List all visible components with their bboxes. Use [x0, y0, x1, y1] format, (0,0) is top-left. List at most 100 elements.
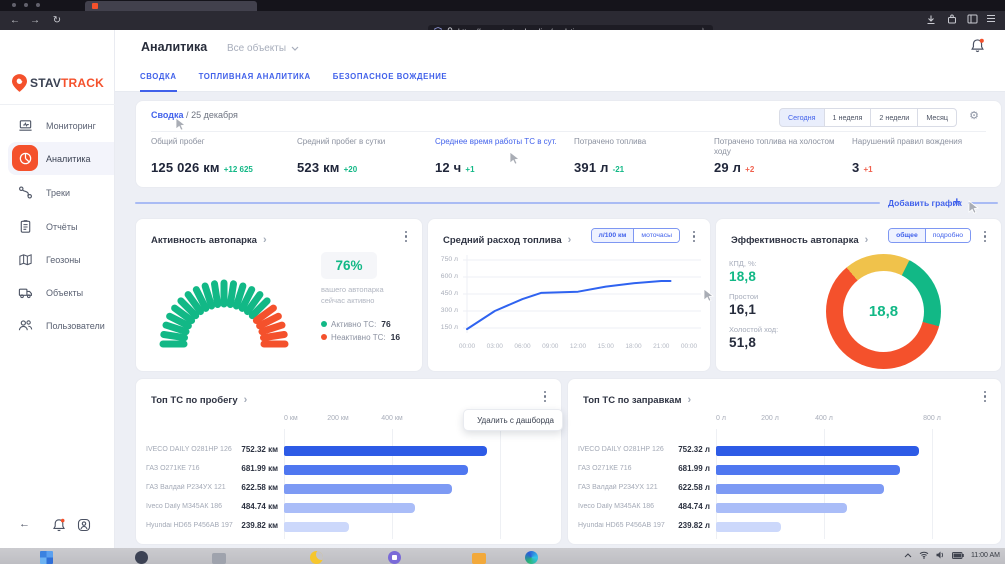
context-menu-label: Удалить с дашборда [477, 416, 554, 425]
kebab-menu-icon[interactable] [690, 230, 698, 243]
sidebar-item-objects[interactable]: Объекты [0, 276, 114, 309]
period-2weeks-button[interactable]: 2 недели [870, 108, 918, 127]
x-axis-tick: 200 л [761, 415, 779, 422]
app-logo[interactable]: STAVTRACK [12, 74, 104, 92]
period-1week-button[interactable]: 1 неделя [824, 108, 872, 127]
bar[interactable] [284, 446, 487, 456]
add-chart-button[interactable]: Добавить график [888, 198, 962, 208]
card-fleet-efficiency: Эффективность автопарка› общее подробно … [715, 218, 1002, 372]
objects-filter-dropdown[interactable]: Все объекты [227, 43, 299, 54]
window-control-icon[interactable] [36, 3, 40, 7]
battery-icon[interactable] [952, 552, 964, 559]
forward-icon[interactable]: → [28, 14, 42, 27]
toggle-l100km-button[interactable]: л/100 км [592, 229, 635, 242]
bar-row: Iveco Daily М345АК 186 484.74 км [136, 499, 561, 518]
legend-item-inactive: Неактивно ТС: 16 [321, 332, 400, 342]
tab-summary[interactable]: СВОДКА [140, 72, 177, 92]
tray-expand-icon[interactable] [904, 553, 912, 558]
bar[interactable] [716, 503, 847, 513]
sidebar-item-users[interactable]: Пользователи [0, 309, 114, 342]
context-menu-delete[interactable]: Удалить с дашборда [463, 409, 563, 431]
bar-row: Hyundai HD65 Р456АВ 197 239.82 л [568, 518, 1001, 537]
notifications-bell-icon[interactable] [970, 38, 985, 58]
edge-browser-icon[interactable] [525, 551, 538, 564]
x-axis-tick: 03:00 [487, 343, 503, 350]
efficiency-stat-value: 18,8 [729, 269, 756, 284]
firefox-icon[interactable] [310, 551, 323, 564]
collapse-sidebar-icon[interactable]: ← [19, 518, 30, 530]
period-today-button[interactable]: Сегодня [779, 108, 825, 127]
wifi-icon[interactable] [919, 551, 929, 559]
monitoring-icon [12, 112, 38, 138]
stat-total-mileage: Общий пробег 125 026 км+12 625 [151, 137, 279, 147]
x-axis-tick: 15:00 [598, 343, 614, 350]
folder-icon[interactable] [472, 553, 486, 564]
legend-dot-icon [321, 321, 327, 327]
period-month-button[interactable]: Месяц [917, 108, 957, 127]
back-icon[interactable]: ← [8, 14, 22, 27]
x-axis-tick: 21:00 [653, 343, 669, 350]
chevron-right-icon[interactable]: › [865, 234, 869, 246]
browser-tabbar [0, 0, 1005, 11]
bar[interactable] [284, 503, 415, 513]
sidebar-item-label: Треки [46, 188, 70, 198]
efficiency-stat-label: Простои [729, 292, 758, 301]
download-icon[interactable] [926, 14, 940, 25]
extensions-icon[interactable] [947, 14, 961, 24]
taskbar-app-icon[interactable] [388, 551, 401, 564]
volume-icon[interactable] [936, 551, 945, 559]
tab-fuel-analytics[interactable]: ТОПЛИВНАЯ АНАЛИТИКА [199, 72, 311, 92]
toggle-motohours-button[interactable]: моточасы [634, 229, 679, 242]
bar-row: Iveco Daily М345АК 186 484.74 л [568, 499, 1001, 518]
taskbar-clock[interactable]: 11:00 AM [971, 552, 1000, 559]
taskbar-app-icon[interactable] [212, 553, 226, 564]
notifications-bell-icon[interactable] [52, 518, 66, 537]
sidebar: STAVTRACK Мониторинг Аналитика Треки Отч… [0, 30, 115, 548]
bar-row: IVECO DAILY О281НР 126 752.32 км [136, 442, 561, 461]
kebab-menu-icon[interactable] [981, 230, 989, 243]
plus-icon[interactable]: + [953, 194, 961, 209]
bar[interactable] [716, 484, 884, 494]
window-control-icon[interactable] [24, 3, 28, 7]
y-axis-tick: 450 л [428, 290, 458, 297]
stat-avg-daily-mileage: Средний пробег в сутки 523 км+20 [297, 137, 425, 147]
browser-toolbar: ← → ↻ https://www.stavtrack.online/analy… [0, 11, 1005, 30]
reload-icon[interactable]: ↻ [50, 14, 64, 27]
sidebar-item-monitoring[interactable]: Мониторинг [0, 109, 114, 142]
window-control-icon[interactable] [12, 3, 16, 7]
settings-gear-icon[interactable]: ⚙ [969, 110, 979, 122]
chevron-right-icon[interactable]: › [263, 234, 267, 246]
toggle-detailed-button[interactable]: подробно [926, 229, 970, 242]
profile-icon[interactable] [77, 518, 91, 537]
bar[interactable] [716, 522, 781, 532]
x-axis-tick: 0 км [284, 415, 298, 422]
sidebar-item-tracks[interactable]: Треки [0, 176, 114, 209]
toggle-general-button[interactable]: общее [889, 229, 926, 242]
bar[interactable] [716, 446, 919, 456]
divider [0, 104, 115, 105]
menu-hamburger-icon[interactable] [986, 14, 1000, 23]
sidebar-item-analytics[interactable]: Аналитика [8, 142, 114, 175]
sidebar-item-label: Мониторинг [46, 121, 96, 131]
sidebar-item-geozones[interactable]: Геозоны [0, 243, 114, 276]
breadcrumb: Сводка / 25 декабря [151, 110, 238, 120]
legend-item-active: Активно ТС: 76 [321, 319, 391, 329]
sidebar-item-reports[interactable]: Отчёты [0, 210, 114, 243]
kebab-menu-icon[interactable] [402, 230, 410, 243]
chevron-right-icon[interactable]: › [568, 234, 572, 246]
analytics-tabs: СВОДКА ТОПЛИВНАЯ АНАЛИТИКА БЕЗОПАСНОЕ ВО… [140, 72, 447, 92]
bar[interactable] [284, 465, 468, 475]
screen: ← → ↻ https://www.stavtrack.online/analy… [0, 0, 1005, 564]
taskbar-app-icon[interactable] [135, 551, 148, 564]
summary-date: 25 декабря [191, 110, 238, 120]
line-chart [463, 253, 701, 339]
sidebar-toggle-icon[interactable] [967, 14, 981, 24]
tab-safe-driving[interactable]: БЕЗОПАСНОЕ ВОЖДЕНИЕ [333, 72, 447, 92]
bar[interactable] [284, 484, 452, 494]
browser-tab[interactable] [85, 1, 257, 11]
efficiency-stat-label: Холостой ход: [729, 325, 778, 334]
bar[interactable] [716, 465, 900, 475]
sidebar-item-label: Объекты [46, 288, 83, 298]
bar[interactable] [284, 522, 349, 532]
start-menu-icon[interactable] [40, 551, 53, 564]
